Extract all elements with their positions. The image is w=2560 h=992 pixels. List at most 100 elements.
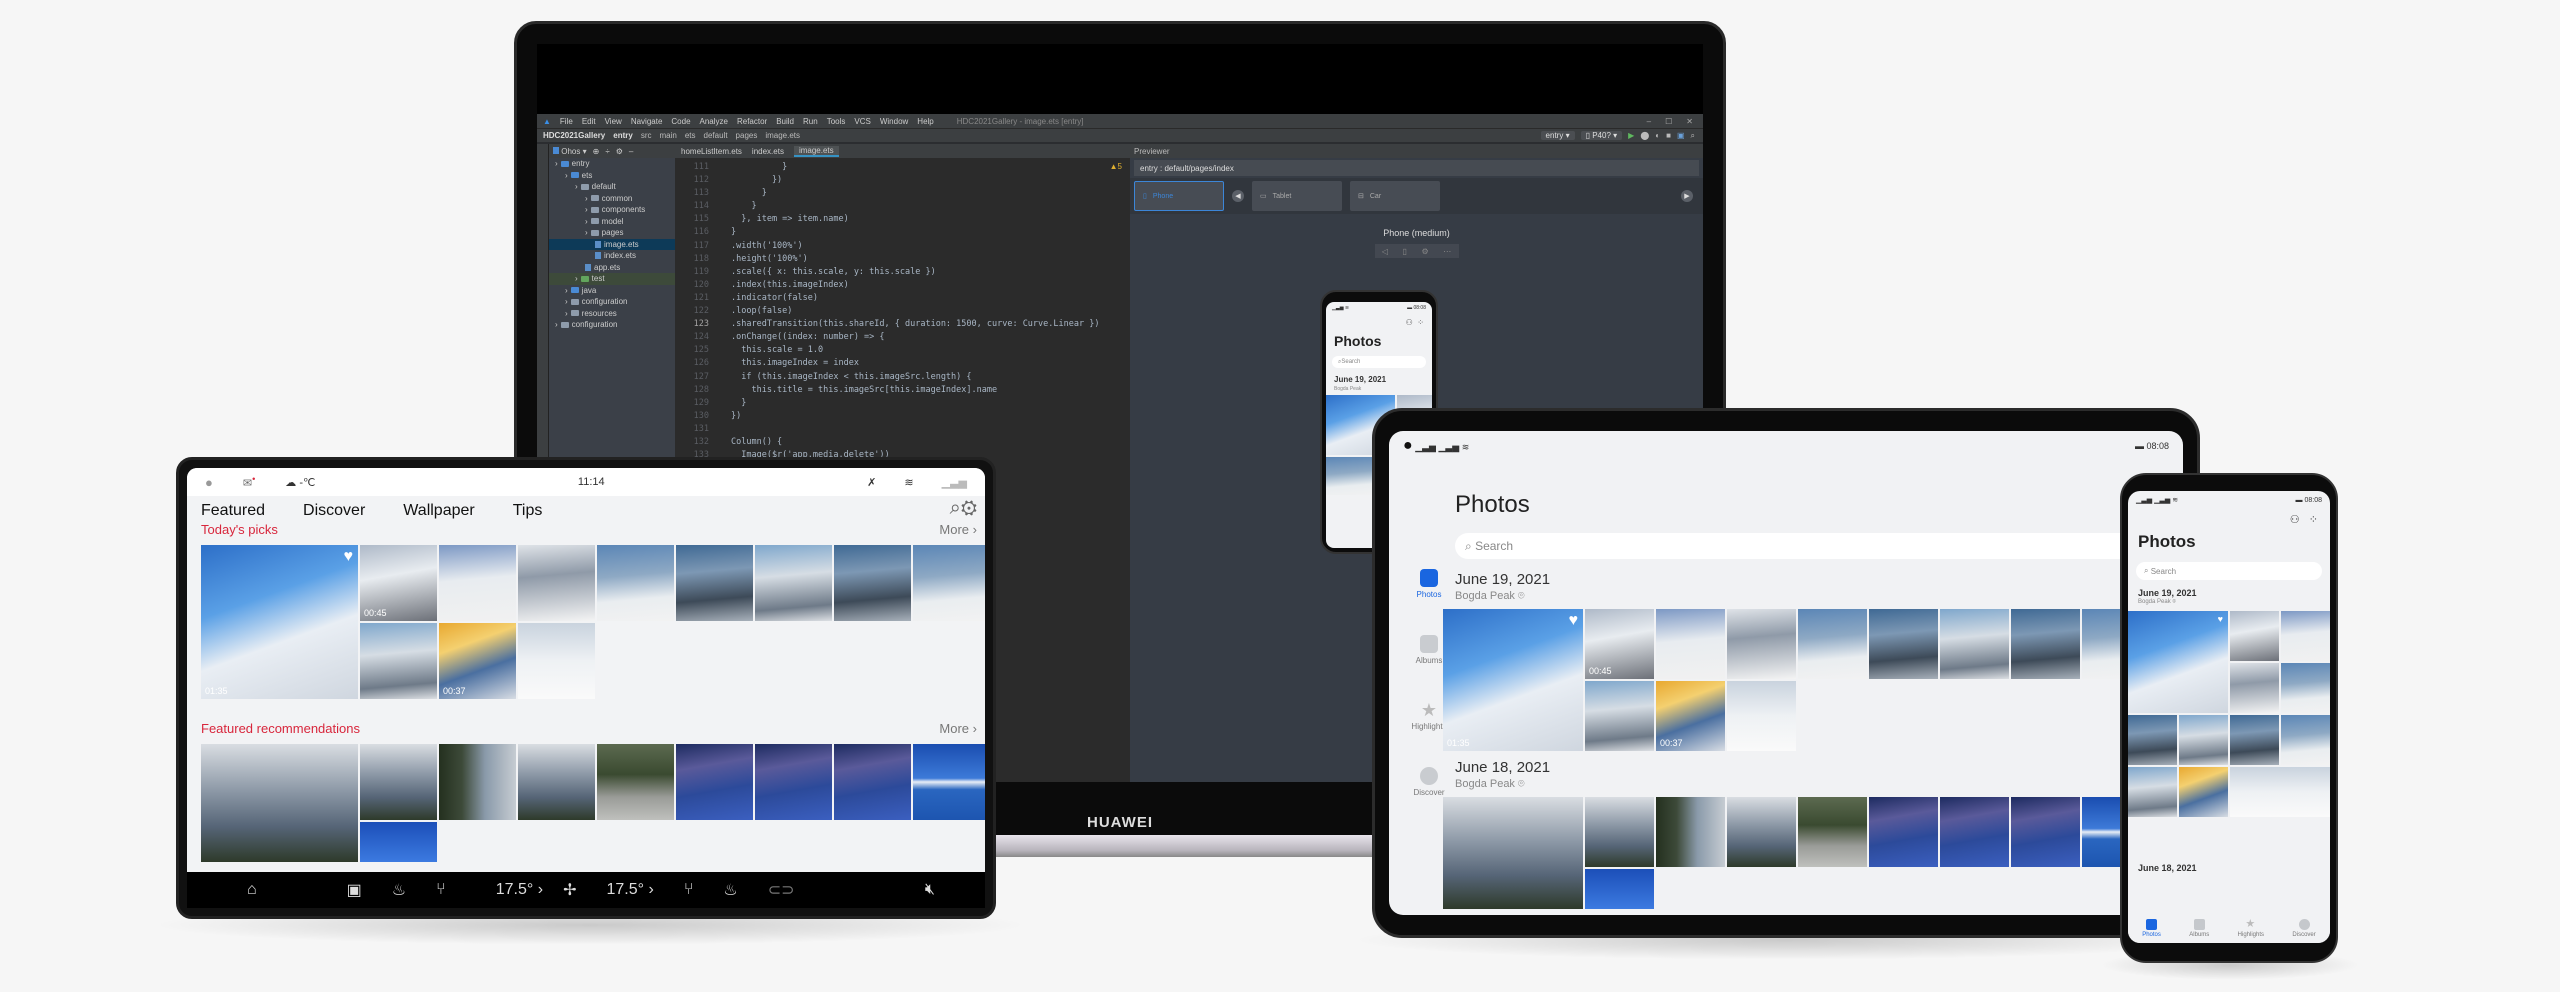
person-icon[interactable]: ⚇ bbox=[1406, 318, 1413, 327]
tab-wallpaper[interactable]: Wallpaper bbox=[403, 502, 474, 520]
photo-thumb[interactable] bbox=[518, 623, 595, 699]
breadcrumb-item[interactable]: src bbox=[641, 131, 652, 140]
photo-thumb[interactable] bbox=[360, 822, 437, 862]
tree-item[interactable]: index.ets bbox=[549, 250, 675, 262]
menu-help[interactable]: Help bbox=[917, 117, 933, 126]
breadcrumb-item[interactable]: ets bbox=[685, 131, 696, 140]
photo-thumb[interactable] bbox=[834, 744, 911, 820]
photo-thumb[interactable]: ♥ 01:35 bbox=[201, 545, 358, 699]
code-line[interactable]: 122 .loop(false) bbox=[675, 305, 1130, 318]
sdk-manager-icon[interactable]: ▣ bbox=[1677, 131, 1685, 140]
settings-icon[interactable]: ⚙ bbox=[1421, 247, 1428, 256]
close-icon[interactable]: ✕ bbox=[1686, 117, 1693, 126]
tree-item[interactable]: app.ets bbox=[549, 262, 675, 274]
photo-thumb[interactable] bbox=[913, 744, 985, 820]
photo-thumb[interactable] bbox=[597, 744, 674, 820]
editor-tab[interactable]: index.ets bbox=[752, 147, 784, 156]
tab-featured[interactable]: Featured bbox=[201, 502, 265, 520]
menu-tools[interactable]: Tools bbox=[827, 117, 846, 126]
menu-refactor[interactable]: Refactor bbox=[737, 117, 767, 126]
defrost-rear-icon[interactable]: ♨ bbox=[723, 880, 737, 900]
photo-thumb[interactable] bbox=[834, 545, 911, 621]
breadcrumb-item[interactable]: default bbox=[704, 131, 728, 140]
code-line[interactable]: 126 this.imageIndex = index bbox=[675, 357, 1130, 370]
stop-icon[interactable]: ■ bbox=[1666, 131, 1671, 140]
temp-left[interactable]: 17.5° › bbox=[496, 881, 543, 899]
photo-thumb[interactable] bbox=[676, 545, 753, 621]
grid-icon[interactable]: ⁘ bbox=[1417, 318, 1424, 327]
menu-vcs[interactable]: VCS bbox=[854, 117, 870, 126]
tree-item[interactable]: › resources bbox=[549, 308, 675, 320]
message-icon[interactable]: ✉• bbox=[243, 474, 255, 490]
hide-icon[interactable]: – bbox=[629, 147, 633, 156]
nav-discover[interactable]: Discover bbox=[1413, 767, 1445, 797]
breadcrumb-item[interactable]: entry bbox=[613, 131, 633, 140]
nav-photos[interactable]: Photos bbox=[1417, 569, 1441, 599]
seat-right-icon[interactable]: ⑂ bbox=[684, 881, 694, 899]
code-line[interactable]: 116} bbox=[675, 226, 1130, 239]
tree-item[interactable]: image.ets bbox=[549, 238, 675, 250]
menu-build[interactable]: Build bbox=[776, 117, 794, 126]
code-line[interactable]: 128 this.title = this.imageSrc[this.imag… bbox=[675, 384, 1130, 397]
tree-item[interactable]: › default bbox=[549, 181, 675, 193]
photo-thumb[interactable] bbox=[1727, 797, 1796, 867]
code-line[interactable]: 121 .indicator(false) bbox=[675, 292, 1130, 305]
photo-thumb[interactable] bbox=[2281, 611, 2330, 661]
photo-thumb[interactable] bbox=[2230, 663, 2279, 713]
tree-item[interactable]: › entry bbox=[549, 158, 675, 170]
code-line[interactable]: 120 .index(this.imageIndex) bbox=[675, 279, 1130, 292]
menu-analyze[interactable]: Analyze bbox=[700, 117, 728, 126]
debug-icon[interactable]: ⬤ bbox=[1640, 131, 1649, 140]
more-icon[interactable]: ⋯ bbox=[1443, 247, 1451, 256]
heart-icon[interactable]: ♥ bbox=[2218, 614, 2223, 624]
photo-thumb[interactable] bbox=[2230, 611, 2279, 661]
photo-thumb[interactable] bbox=[1585, 797, 1654, 867]
more-link[interactable]: More › bbox=[939, 721, 977, 736]
menu-run[interactable]: Run bbox=[803, 117, 818, 126]
tree-item[interactable]: › pages bbox=[549, 227, 675, 239]
breadcrumb-item[interactable]: pages bbox=[736, 131, 758, 140]
device-phone[interactable]: ▯ Phone bbox=[1134, 181, 1224, 211]
photo-thumb[interactable] bbox=[2179, 715, 2228, 765]
tree-item[interactable]: › java bbox=[549, 285, 675, 297]
mute-icon[interactable]: 🔇︎ bbox=[925, 881, 935, 899]
back-icon[interactable]: ◁ bbox=[1382, 247, 1388, 256]
tab-tips[interactable]: Tips bbox=[513, 502, 543, 520]
next-device-button[interactable]: ▶ bbox=[1681, 190, 1693, 202]
photo-thumb[interactable] bbox=[913, 545, 985, 621]
photo-thumb[interactable] bbox=[2281, 715, 2330, 765]
editor-tab[interactable]: homeListItem.ets bbox=[681, 147, 742, 156]
photo-thumb[interactable] bbox=[755, 545, 832, 621]
device-car[interactable]: ⊟ Car bbox=[1350, 181, 1440, 211]
photo-thumb[interactable] bbox=[1585, 681, 1654, 751]
photo-thumb[interactable]: 00:37 bbox=[1656, 681, 1725, 751]
menu-view[interactable]: View bbox=[605, 117, 622, 126]
run-icon[interactable]: ▶ bbox=[1628, 131, 1634, 140]
tab-discover[interactable]: Discover bbox=[303, 502, 365, 520]
menu-window[interactable]: Window bbox=[880, 117, 908, 126]
photo-thumb[interactable] bbox=[1940, 609, 2009, 679]
code-line[interactable]: 131 bbox=[675, 423, 1130, 436]
code-line[interactable]: 130}) bbox=[675, 410, 1130, 423]
photo-thumb[interactable]: 00:45 bbox=[360, 545, 437, 621]
photo-thumb[interactable] bbox=[439, 744, 516, 820]
code-line[interactable]: 118 .height('100%') bbox=[675, 253, 1130, 266]
code-line[interactable]: 123 .sharedTransition(this.shareId, { dur… bbox=[675, 318, 1130, 331]
nav-photos[interactable]: Photos bbox=[2142, 918, 2161, 938]
home-icon[interactable]: ⌂ bbox=[247, 881, 257, 899]
photo-thumb[interactable] bbox=[2128, 767, 2177, 817]
photo-thumb[interactable] bbox=[439, 545, 516, 621]
tree-item[interactable]: › components bbox=[549, 204, 675, 216]
preview-search[interactable]: ⌕ Search bbox=[1332, 356, 1426, 368]
search-input[interactable]: ⌕ Search bbox=[1455, 533, 2155, 559]
code-line[interactable]: 129 } bbox=[675, 397, 1130, 410]
menu-edit[interactable]: Edit bbox=[582, 117, 596, 126]
photo-thumb[interactable] bbox=[1798, 797, 1867, 867]
photo-thumb[interactable] bbox=[2011, 797, 2080, 867]
photo-thumb[interactable]: ♥ bbox=[2128, 611, 2228, 713]
nav-highlights[interactable]: ★ Highlights bbox=[1411, 701, 1446, 731]
run-config-select[interactable]: entry ▾ bbox=[1540, 131, 1575, 140]
photo-thumb[interactable] bbox=[676, 744, 753, 820]
photo-thumb[interactable] bbox=[755, 744, 832, 820]
nav-discover[interactable]: Discover bbox=[2292, 918, 2316, 938]
